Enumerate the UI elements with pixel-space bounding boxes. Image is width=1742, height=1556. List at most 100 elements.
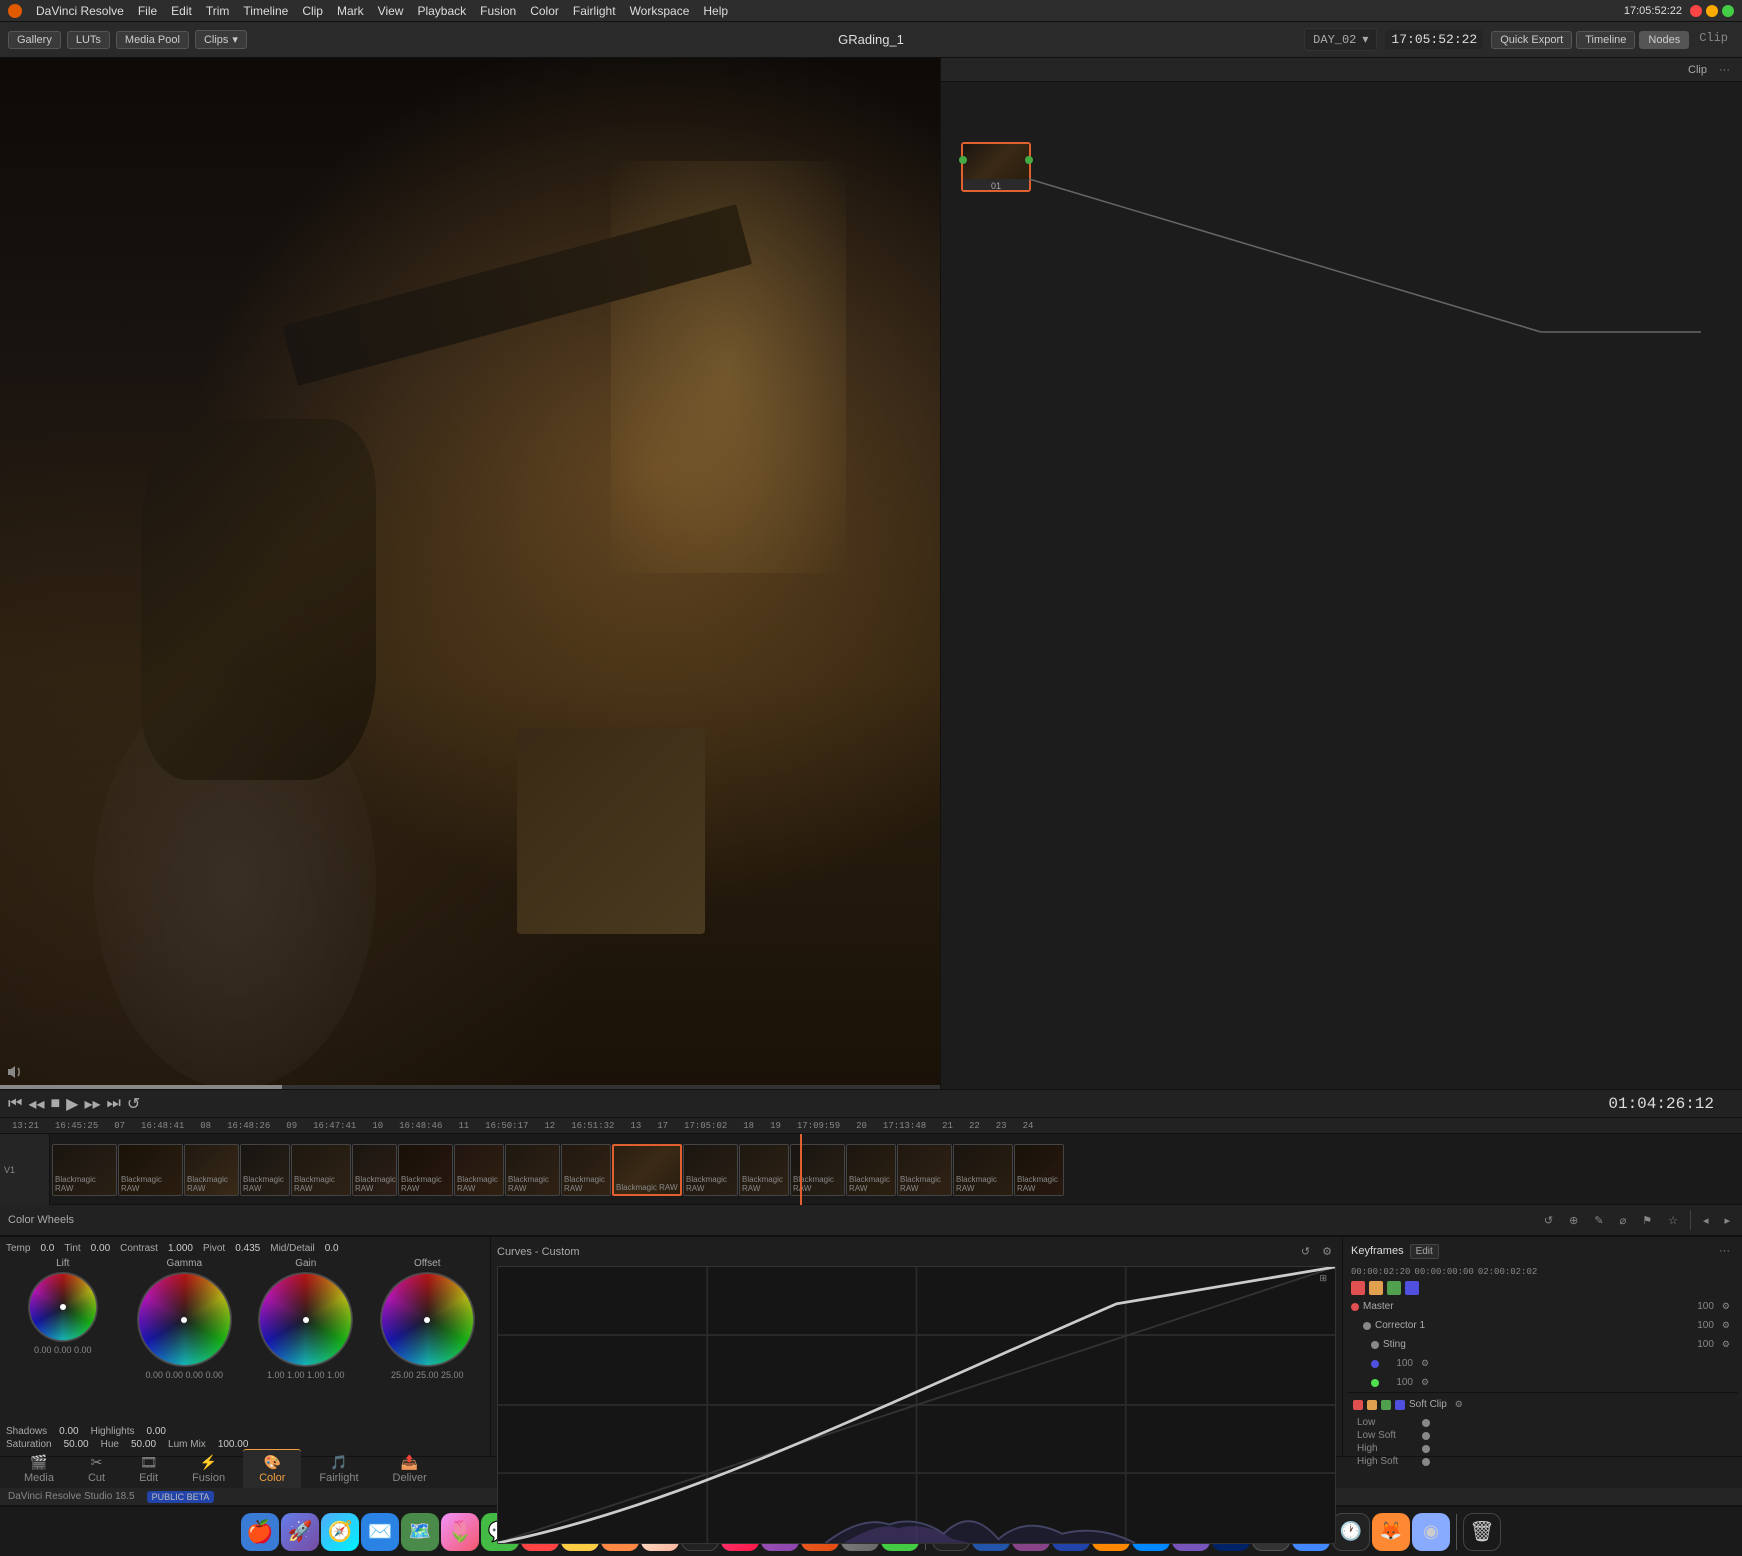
- dock-photos[interactable]: 🌷: [441, 1513, 479, 1551]
- playhead[interactable]: [800, 1134, 802, 1205]
- gain-wheel[interactable]: [258, 1272, 353, 1367]
- clip-4[interactable]: Blackmagic RAW: [240, 1144, 290, 1196]
- tab-media[interactable]: 🎬 Media: [8, 1450, 70, 1488]
- clip-8[interactable]: Blackmagic RAW: [454, 1144, 504, 1196]
- keyframes-edit[interactable]: Edit: [1410, 1244, 1439, 1259]
- transport-next[interactable]: ⏭: [107, 1095, 121, 1113]
- tab-color[interactable]: 🎨 Color: [243, 1449, 301, 1488]
- color-toolbar-next[interactable]: ▸: [1720, 1212, 1734, 1229]
- middetail-val[interactable]: 0.0: [325, 1243, 339, 1254]
- traffic-minimize[interactable]: [1706, 5, 1718, 17]
- clip-10[interactable]: Blackmagic RAW: [561, 1144, 611, 1196]
- softclip-highsoft-dot[interactable]: [1422, 1458, 1430, 1466]
- clip-9[interactable]: Blackmagic RAW: [505, 1144, 560, 1196]
- kf-blue-btn[interactable]: [1405, 1281, 1419, 1295]
- menu-file[interactable]: File: [138, 4, 157, 18]
- clip-17[interactable]: Blackmagic RAW: [953, 1144, 1013, 1196]
- clip-14[interactable]: Blackmagic RAW: [790, 1144, 845, 1196]
- transport-loop[interactable]: ↺: [127, 1094, 140, 1114]
- clip-16[interactable]: Blackmagic RAW: [897, 1144, 952, 1196]
- dock-safari[interactable]: 🧭: [321, 1513, 359, 1551]
- node-output-dot[interactable]: [1025, 156, 1033, 164]
- menu-view[interactable]: View: [378, 4, 404, 18]
- lift-dot[interactable]: [60, 1304, 66, 1310]
- kf-orange-btn[interactable]: [1369, 1281, 1383, 1295]
- kf-sting-add[interactable]: ⚙: [1718, 1337, 1734, 1352]
- tab-edit[interactable]: 🎞 Edit: [123, 1450, 174, 1488]
- hue-val[interactable]: 50.00: [131, 1439, 156, 1450]
- dock-cleanmypc[interactable]: ◉: [1412, 1513, 1450, 1551]
- gamma-wheel[interactable]: [137, 1272, 232, 1367]
- dock-clock[interactable]: 🕐: [1332, 1513, 1370, 1551]
- clip-active[interactable]: Blackmagic RAW: [612, 1144, 682, 1196]
- dock-firefox[interactable]: 🦊: [1372, 1513, 1410, 1551]
- node-input-dot[interactable]: [959, 156, 967, 164]
- traffic-fullscreen[interactable]: [1722, 5, 1734, 17]
- tab-deliver[interactable]: 📤 Deliver: [377, 1450, 443, 1488]
- transport-play[interactable]: ▶: [66, 1094, 78, 1114]
- color-toolbar-eyedrop[interactable]: ⌀: [1616, 1212, 1631, 1229]
- dock-finder[interactable]: 🍎: [241, 1513, 279, 1551]
- gallery-btn[interactable]: Gallery: [8, 31, 61, 49]
- node-canvas[interactable]: 01: [941, 82, 1742, 1089]
- clips-btn[interactable]: Clips ▾: [195, 30, 247, 49]
- tint-val[interactable]: 0.00: [91, 1243, 110, 1254]
- kf-green-btn[interactable]: [1387, 1281, 1401, 1295]
- menu-color[interactable]: Color: [530, 4, 559, 18]
- clip-12[interactable]: Blackmagic RAW: [683, 1144, 738, 1196]
- gain-dot[interactable]: [303, 1317, 309, 1323]
- pivot-val[interactable]: 0.435: [235, 1243, 260, 1254]
- curve-all[interactable]: ⊞: [1315, 1271, 1331, 1286]
- dock-maps[interactable]: 🗺️: [401, 1513, 439, 1551]
- timeline-view-btn[interactable]: Timeline: [1576, 31, 1635, 49]
- tab-fairlight[interactable]: 🎵 Fairlight: [303, 1450, 374, 1488]
- gamma-dot[interactable]: [181, 1317, 187, 1323]
- clip-7[interactable]: Blackmagic RAW: [398, 1144, 453, 1196]
- shadows-val[interactable]: 0.00: [59, 1426, 78, 1437]
- contrast-val[interactable]: 1.000: [168, 1243, 193, 1254]
- offset-wheel[interactable]: [380, 1272, 475, 1367]
- menu-workspace[interactable]: Workspace: [630, 4, 690, 18]
- clip-13[interactable]: Blackmagic RAW: [739, 1144, 789, 1196]
- softclip-lowsoft-dot[interactable]: [1422, 1432, 1430, 1440]
- dock-trash[interactable]: 🗑: [1463, 1513, 1501, 1551]
- keyframes-menu[interactable]: ···: [1715, 1243, 1734, 1259]
- color-toolbar-prev[interactable]: ◂: [1699, 1212, 1713, 1229]
- menu-fairlight[interactable]: Fairlight: [573, 4, 616, 18]
- transport-prev[interactable]: ⏮: [8, 1095, 22, 1113]
- color-toolbar-copy[interactable]: ⊕: [1565, 1212, 1582, 1229]
- clip-1[interactable]: Blackmagic RAW: [52, 1144, 117, 1196]
- node-menu-btn[interactable]: ···: [1715, 62, 1734, 78]
- softclip-low-dot[interactable]: [1422, 1419, 1430, 1427]
- color-toolbar-paste[interactable]: ✎: [1590, 1212, 1607, 1229]
- kf-green-add[interactable]: ⚙: [1417, 1375, 1433, 1390]
- media-pool-btn[interactable]: Media Pool: [116, 31, 189, 49]
- menu-clip[interactable]: Clip: [302, 4, 323, 18]
- tab-fusion[interactable]: ⚡ Fusion: [176, 1450, 241, 1488]
- quick-export-btn[interactable]: Quick Export: [1491, 31, 1572, 49]
- traffic-close[interactable]: [1690, 5, 1702, 17]
- menu-fusion[interactable]: Fusion: [480, 4, 516, 18]
- dock-mail[interactable]: ✉️: [361, 1513, 399, 1551]
- saturation-val[interactable]: 50.00: [64, 1439, 89, 1450]
- menu-mark[interactable]: Mark: [337, 4, 364, 18]
- color-toolbar-flag[interactable]: ⚑: [1638, 1212, 1656, 1229]
- menu-trim[interactable]: Trim: [206, 4, 230, 18]
- curves-canvas[interactable]: ⊞: [497, 1266, 1336, 1544]
- tab-cut[interactable]: ✂ Cut: [72, 1450, 121, 1488]
- softclip-settings[interactable]: ⚙: [1451, 1397, 1467, 1412]
- highlights-val[interactable]: 0.00: [147, 1426, 166, 1437]
- kf-blue-add[interactable]: ⚙: [1417, 1356, 1433, 1371]
- clip-15[interactable]: Blackmagic RAW: [846, 1144, 896, 1196]
- menu-timeline[interactable]: Timeline: [243, 4, 288, 18]
- nodes-btn[interactable]: Nodes: [1639, 31, 1689, 49]
- temp-val[interactable]: 0.0: [40, 1243, 54, 1254]
- luts-btn[interactable]: LUTs: [67, 31, 110, 49]
- node-01[interactable]: 01: [961, 142, 1031, 192]
- clip-6[interactable]: Blackmagic RAW: [352, 1144, 397, 1196]
- transport-forward[interactable]: ▸▸: [84, 1094, 100, 1114]
- clip-2[interactable]: Blackmagic RAW: [118, 1144, 183, 1196]
- kf-master-add[interactable]: ⚙: [1718, 1299, 1734, 1314]
- transport-stop[interactable]: ■: [50, 1095, 60, 1113]
- transport-back[interactable]: ◂◂: [28, 1094, 44, 1114]
